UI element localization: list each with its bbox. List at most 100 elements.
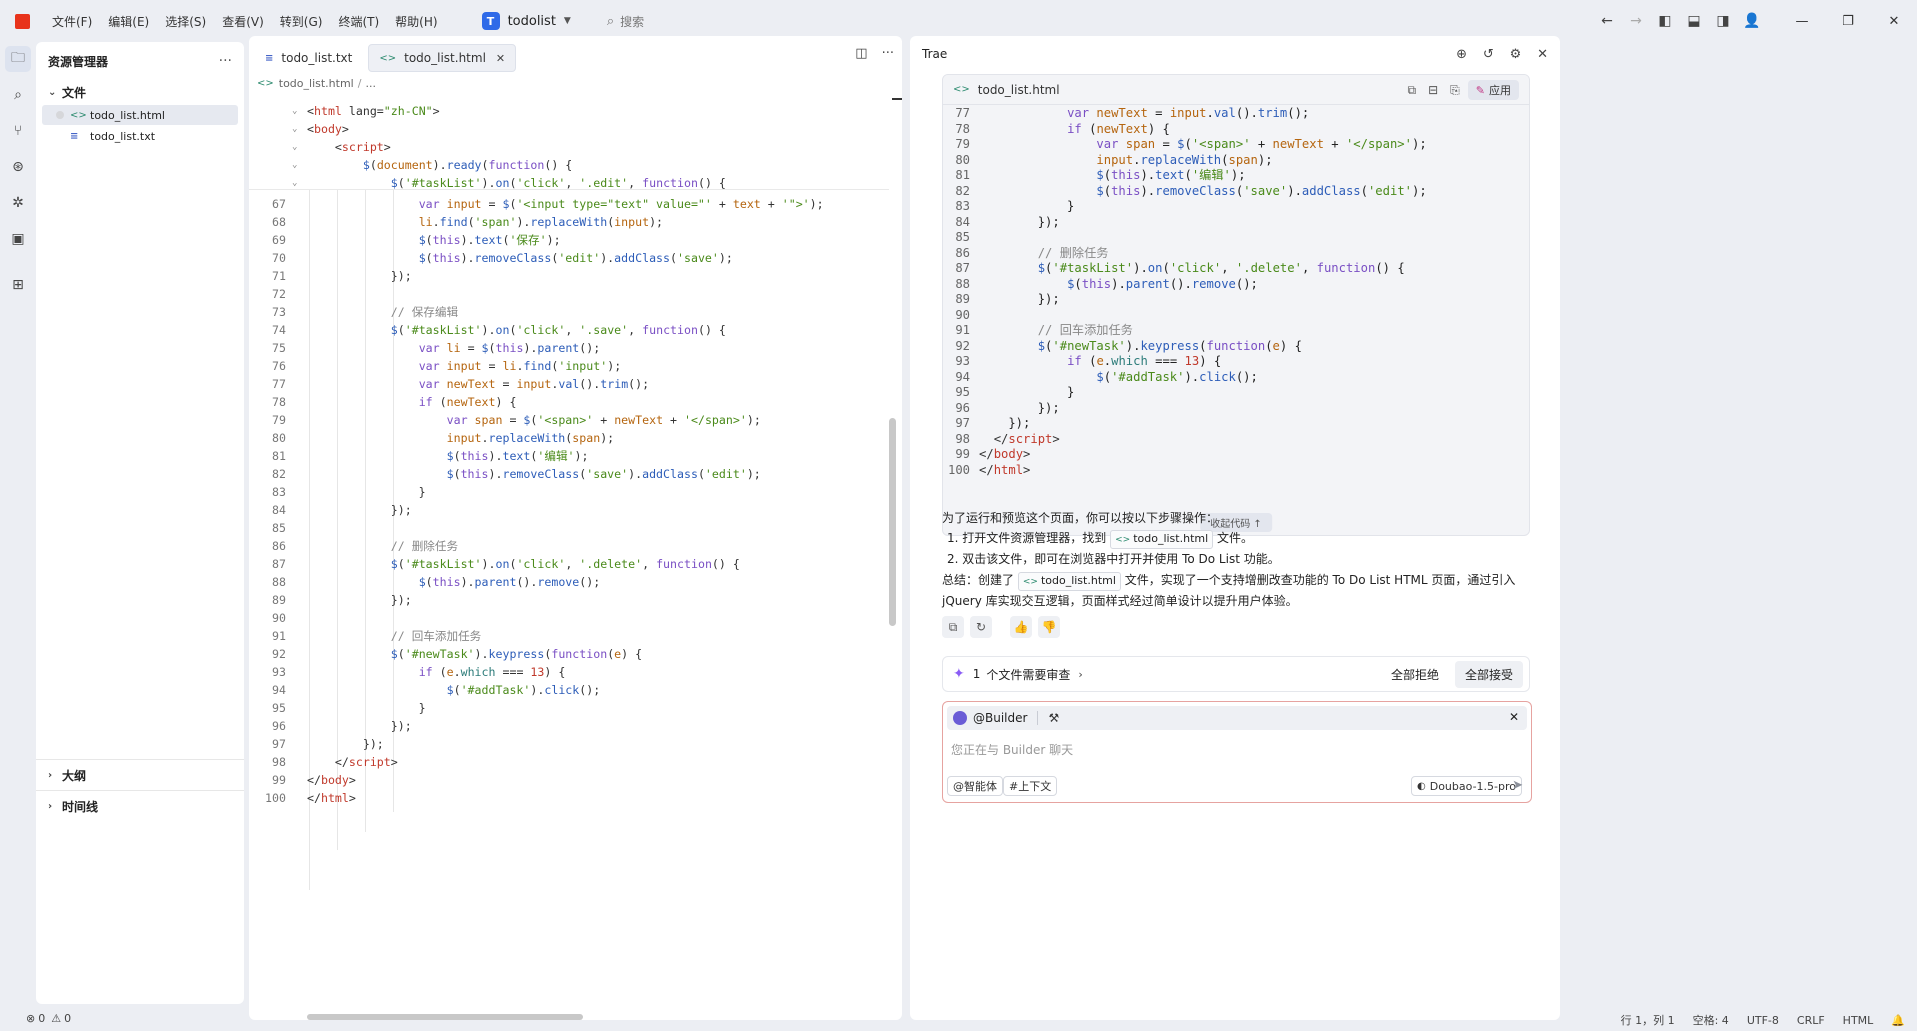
toggle-sidebar-icon[interactable]: ◧ <box>1652 8 1678 34</box>
code-line[interactable]: 81 $(this).text('编辑'); <box>249 447 889 465</box>
notifications-icon[interactable]: 🔔 <box>1891 1014 1905 1027</box>
sticky-scroll-header[interactable]: ⌄ <html lang="zh-CN"> ⌄ <body> ⌄ <script> ⌄ $… <box>249 98 889 190</box>
agent-name[interactable]: @Builder <box>973 711 1027 725</box>
code-line[interactable]: 96 }); <box>249 717 889 735</box>
close-window-button[interactable]: ✕ <box>1871 0 1917 42</box>
file-item-todo-list-html[interactable]: <> todo_list.html <box>42 105 238 125</box>
close-icon[interactable]: ✕ <box>1509 710 1519 724</box>
code-line[interactable]: 78 if (newText) { <box>249 393 889 411</box>
agent-mention-button[interactable]: @智能体 <box>947 776 1003 796</box>
history-icon[interactable]: ↺ <box>1483 47 1494 62</box>
code-line[interactable]: 84 }); <box>249 501 889 519</box>
forward-arrow-icon[interactable]: → <box>1623 8 1649 34</box>
fold-chevron-icon[interactable]: ⌄ <box>292 120 297 138</box>
code-line[interactable]: 74 $('#taskList').on('click', '.save', f… <box>249 321 889 339</box>
code-line[interactable]: 86 // 删除任务 <box>249 537 889 555</box>
file-item-todo-list-txt[interactable]: ≡ todo_list.txt <box>42 126 238 146</box>
close-icon[interactable]: ✕ <box>496 52 505 65</box>
code-line[interactable]: 92 $('#newTask').keypress(function(e) { <box>249 645 889 663</box>
code-line[interactable]: 72 <box>249 285 889 303</box>
new-chat-icon[interactable]: ⊕ <box>1456 47 1467 62</box>
code-line[interactable]: 68 li.find('span').replaceWith(input); <box>249 213 889 231</box>
code-line[interactable]: 97 }); <box>249 735 889 753</box>
language-mode[interactable]: HTML <box>1843 1014 1874 1027</box>
insert-file-icon[interactable]: ⎘ <box>1450 83 1460 98</box>
menu-help[interactable]: 帮助(H) <box>395 13 437 30</box>
insert-terminal-icon[interactable]: ⊟ <box>1428 83 1438 97</box>
back-arrow-icon[interactable]: ← <box>1594 8 1620 34</box>
settings-gear-icon[interactable]: ⚙ <box>1510 47 1522 62</box>
split-editor-icon[interactable]: ◫ <box>855 46 867 61</box>
account-icon[interactable]: 👤 <box>1739 8 1765 34</box>
command-search[interactable]: ⌕ 搜索 <box>607 13 644 30</box>
chat-input-box[interactable]: @Builder ⚒ ✕ 您正在与 Builder 聊天 @智能体 #上下文 ◐… <box>942 701 1532 803</box>
indentation[interactable]: 空格: 4 <box>1693 1012 1729 1028</box>
menu-view[interactable]: 查看(V) <box>222 13 264 30</box>
tab-todo-list-txt[interactable]: ≡ todo_list.txt <box>255 44 362 72</box>
code-line[interactable]: 67 var input = $('<input type="text" val… <box>249 195 889 213</box>
workspace-switcher[interactable]: T todolist ▼ <box>476 9 577 33</box>
code-line[interactable]: 100 </html> <box>249 789 889 807</box>
minimize-button[interactable]: — <box>1779 0 1825 42</box>
fold-chevron-icon[interactable]: ⌄ <box>292 102 297 120</box>
breadcrumb-symbol[interactable]: ... <box>365 77 376 90</box>
model-selector[interactable]: ◐ Doubao-1.5-pro <box>1411 776 1522 796</box>
code-editor[interactable]: 67 var input = $('<input type="text" val… <box>249 98 902 1020</box>
toggle-secondary-sidebar-icon[interactable]: ◨ <box>1710 8 1736 34</box>
regenerate-icon[interactable]: ↻ <box>970 616 992 638</box>
explorer-icon[interactable]: 🗀 <box>5 46 31 72</box>
line-ending[interactable]: CRLF <box>1797 1014 1825 1027</box>
code-line[interactable]: 73 // 保存编辑 <box>249 303 889 321</box>
maximize-button[interactable]: ❐ <box>1825 0 1871 42</box>
menu-terminal[interactable]: 终端(T) <box>338 13 379 30</box>
cursor-position[interactable]: 行 1，列 1 <box>1621 1012 1675 1028</box>
more-icon[interactable]: ··· <box>882 46 894 61</box>
code-line[interactable]: 93 if (e.which === 13) { <box>249 663 889 681</box>
copy-icon[interactable]: ⧉ <box>1408 83 1417 98</box>
context-button[interactable]: #上下文 <box>1003 776 1058 796</box>
code-line[interactable]: 88 $(this).parent().remove(); <box>249 573 889 591</box>
code-line[interactable]: 87 $('#taskList').on('click', '.delete',… <box>249 555 889 573</box>
debug-icon[interactable]: ✲ <box>5 190 31 216</box>
file-review-bar[interactable]: ✦ 1 个文件需要审查 › 全部拒绝 全部接受 <box>942 656 1530 692</box>
copy-icon[interactable]: ⧉ <box>942 616 964 638</box>
thumbs-up-icon[interactable]: 👍 <box>1010 616 1032 638</box>
code-line[interactable]: 70 $(this).removeClass('edit').addClass(… <box>249 249 889 267</box>
vertical-scrollbar[interactable] <box>889 418 896 626</box>
encoding[interactable]: UTF-8 <box>1747 1014 1779 1027</box>
extensions-icon[interactable]: ⊞ <box>5 272 31 298</box>
menu-go[interactable]: 转到(G) <box>280 13 323 30</box>
code-line[interactable]: 89 }); <box>249 591 889 609</box>
code-block-file-name[interactable]: todo_list.html <box>978 83 1060 97</box>
tab-todo-list-html[interactable]: <> todo_list.html ✕ <box>368 44 517 72</box>
inline-file-link[interactable]: <> todo_list.html <box>1110 530 1214 549</box>
accept-all-button[interactable]: 全部接受 <box>1454 661 1523 688</box>
more-icon[interactable]: ··· <box>219 53 232 69</box>
close-icon[interactable]: ✕ <box>1537 47 1548 62</box>
send-icon[interactable]: ➤ <box>1512 778 1523 793</box>
remote-icon[interactable]: ⊛ <box>5 154 31 180</box>
code-line[interactable]: 94 $('#addTask').click(); <box>249 681 889 699</box>
fold-chevron-icon[interactable]: ⌄ <box>292 174 297 192</box>
remote-explorer-icon[interactable]: ▣ <box>5 226 31 252</box>
fold-chevron-icon[interactable]: ⌄ <box>292 138 297 156</box>
apply-button[interactable]: ✎ 应用 <box>1467 80 1519 100</box>
code-line[interactable]: 91 // 回车添加任务 <box>249 627 889 645</box>
code-line[interactable]: 71 }); <box>249 267 889 285</box>
chat-input-field[interactable]: 您正在与 Builder 聊天 <box>951 741 1073 758</box>
hammer-tool-icon[interactable]: ⚒ <box>1048 711 1059 725</box>
code-line[interactable]: 75 var li = $(this).parent(); <box>249 339 889 357</box>
menu-file[interactable]: 文件(F) <box>52 13 92 30</box>
menu-selection[interactable]: 选择(S) <box>165 13 206 30</box>
search-icon[interactable]: ⌕ <box>5 82 31 108</box>
timeline-section-header[interactable]: › 时间线 <box>36 791 244 821</box>
outline-section-header[interactable]: › 大纲 <box>36 760 244 790</box>
code-line[interactable]: 76 var input = li.find('input'); <box>249 357 889 375</box>
inline-file-link[interactable]: <> todo_list.html <box>1017 572 1121 591</box>
reject-all-button[interactable]: 全部拒绝 <box>1381 661 1449 688</box>
code-line[interactable]: 90 <box>249 609 889 627</box>
code-line[interactable]: 95 } <box>249 699 889 717</box>
menu-edit[interactable]: 编辑(E) <box>108 13 149 30</box>
code-line[interactable]: 80 input.replaceWith(span); <box>249 429 889 447</box>
files-section-header[interactable]: ⌄ 文件 <box>36 80 244 104</box>
